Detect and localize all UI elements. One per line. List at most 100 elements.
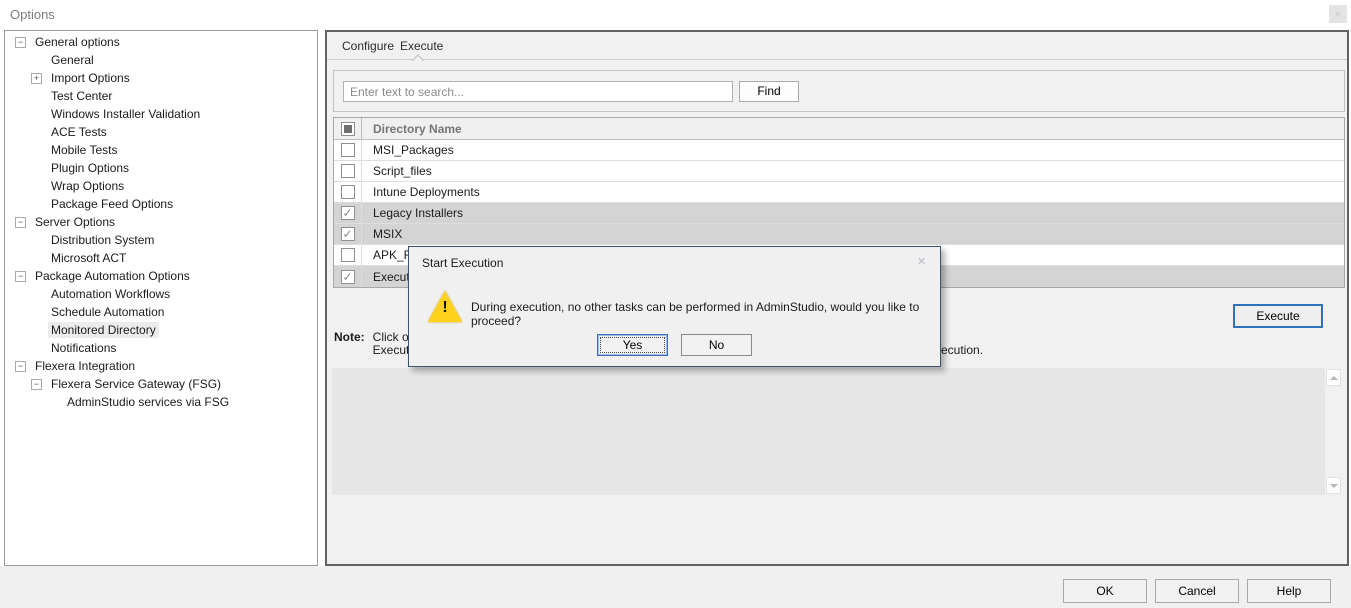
expander-spacer: [31, 325, 42, 336]
tree-item-label: Distribution System: [48, 232, 157, 248]
tree-item[interactable]: AdminStudio services via FSG: [5, 393, 317, 411]
dialog-title: Start Execution: [422, 256, 503, 270]
row-checkbox-cell[interactable]: [334, 161, 362, 181]
checkbox-unchecked[interactable]: [341, 143, 355, 157]
tree-item[interactable]: Plugin Options: [5, 159, 317, 177]
tree-item[interactable]: Package Feed Options: [5, 195, 317, 213]
tree-item-label: Package Automation Options: [32, 268, 193, 284]
tree-item-label: General options: [32, 34, 123, 50]
tree-item[interactable]: Wrap Options: [5, 177, 317, 195]
tree-item[interactable]: Schedule Automation: [5, 303, 317, 321]
grid-header-row: Directory Name: [334, 118, 1344, 140]
tree-item[interactable]: ACE Tests: [5, 123, 317, 141]
minus-expander-icon[interactable]: −: [15, 217, 26, 228]
expander-spacer: [31, 127, 42, 138]
tree-item-label: Automation Workflows: [48, 286, 173, 302]
tree-item[interactable]: Automation Workflows: [5, 285, 317, 303]
minus-expander-icon[interactable]: −: [15, 37, 26, 48]
tree-item[interactable]: Distribution System: [5, 231, 317, 249]
expander-spacer: [31, 181, 42, 192]
find-button[interactable]: Find: [739, 81, 799, 102]
dialog-close-icon[interactable]: ×: [917, 253, 926, 270]
minus-expander-icon[interactable]: −: [31, 379, 42, 390]
table-row[interactable]: Intune Deployments: [334, 182, 1344, 203]
directory-name-cell: Script_files: [362, 164, 432, 178]
expander-spacer: [31, 235, 42, 246]
search-bar: Find: [333, 70, 1345, 112]
checkbox-checked[interactable]: [341, 206, 355, 220]
column-header-directory-name[interactable]: Directory Name: [362, 122, 462, 136]
checkbox-unchecked[interactable]: [341, 164, 355, 178]
expander-spacer: [31, 109, 42, 120]
tab-configure[interactable]: Configure: [342, 39, 394, 53]
yes-button[interactable]: Yes: [597, 334, 668, 356]
tree-item-label: Windows Installer Validation: [48, 106, 203, 122]
checkbox-checked[interactable]: [341, 270, 355, 284]
checkbox-unchecked[interactable]: [341, 248, 355, 262]
minus-expander-icon[interactable]: −: [15, 361, 26, 372]
execute-button[interactable]: Execute: [1233, 304, 1323, 328]
tree-item[interactable]: −Flexera Service Gateway (FSG): [5, 375, 317, 393]
row-checkbox-cell[interactable]: [334, 245, 362, 265]
table-row[interactable]: Legacy Installers: [334, 203, 1344, 224]
tree-item[interactable]: −Package Automation Options: [5, 267, 317, 285]
row-checkbox-cell[interactable]: [334, 182, 362, 202]
note-label: Note:: [334, 331, 365, 357]
plus-expander-icon[interactable]: +: [31, 73, 42, 84]
row-checkbox-cell[interactable]: [334, 203, 362, 223]
directory-name-cell: Legacy Installers: [362, 206, 463, 220]
select-all-checkbox-indeterminate[interactable]: [341, 122, 355, 136]
expander-spacer: [47, 397, 58, 408]
active-tab-notch: [411, 54, 425, 61]
tree-item[interactable]: −General options: [5, 33, 317, 51]
expander-spacer: [31, 55, 42, 66]
row-checkbox-cell[interactable]: [334, 224, 362, 244]
tree-item[interactable]: Monitored Directory: [5, 321, 317, 339]
tree-item-label: Flexera Integration: [32, 358, 138, 374]
minus-expander-icon[interactable]: −: [15, 271, 26, 282]
expander-spacer: [31, 307, 42, 318]
checkbox-checked[interactable]: [341, 227, 355, 241]
window-title: Options: [10, 7, 55, 22]
arrow-up-icon: [1330, 376, 1338, 380]
row-checkbox-cell[interactable]: [334, 266, 362, 287]
scroll-up-button[interactable]: [1326, 369, 1341, 386]
tree-item-label: Monitored Directory: [48, 322, 159, 338]
note-line2-right: xecution.: [935, 344, 983, 357]
tree-item[interactable]: General: [5, 51, 317, 69]
tree-item[interactable]: +Import Options: [5, 69, 317, 87]
tree-item[interactable]: Microsoft ACT: [5, 249, 317, 267]
checkbox-unchecked[interactable]: [341, 185, 355, 199]
help-button[interactable]: Help: [1247, 579, 1331, 603]
window-close-icon[interactable]: ×: [1329, 5, 1347, 23]
tree-item[interactable]: Test Center: [5, 87, 317, 105]
tree-item[interactable]: Windows Installer Validation: [5, 105, 317, 123]
tree-item-label: Schedule Automation: [48, 304, 167, 320]
vertical-scrollbar[interactable]: [1325, 368, 1342, 495]
tree-item-label: Flexera Service Gateway (FSG): [48, 376, 224, 392]
tree-item[interactable]: −Server Options: [5, 213, 317, 231]
search-input[interactable]: [343, 81, 733, 102]
row-checkbox-cell[interactable]: [334, 140, 362, 160]
ok-button[interactable]: OK: [1063, 579, 1147, 603]
start-execution-dialog: Start Execution × ! During execution, no…: [408, 246, 941, 367]
tab-strip: Configure Execute: [327, 32, 1347, 60]
select-all-cell[interactable]: [334, 118, 362, 139]
tree-item-label: Microsoft ACT: [48, 250, 129, 266]
tree-item[interactable]: −Flexera Integration: [5, 357, 317, 375]
tree-item[interactable]: Mobile Tests: [5, 141, 317, 159]
table-row[interactable]: MSIX: [334, 224, 1344, 245]
tree-item[interactable]: Notifications: [5, 339, 317, 357]
tree-item-label: Server Options: [32, 214, 118, 230]
table-row[interactable]: Script_files: [334, 161, 1344, 182]
tab-execute[interactable]: Execute: [400, 39, 443, 53]
expander-spacer: [31, 163, 42, 174]
table-row[interactable]: MSI_Packages: [334, 140, 1344, 161]
directory-name-cell: MSI_Packages: [362, 143, 454, 157]
dialog-buttons: Yes No: [409, 334, 940, 356]
options-tree-panel: −General optionsGeneral+Import OptionsTe…: [4, 30, 318, 566]
no-button[interactable]: No: [681, 334, 752, 356]
tree-item-label: Mobile Tests: [48, 142, 120, 158]
scroll-down-button[interactable]: [1326, 477, 1341, 494]
cancel-button[interactable]: Cancel: [1155, 579, 1239, 603]
